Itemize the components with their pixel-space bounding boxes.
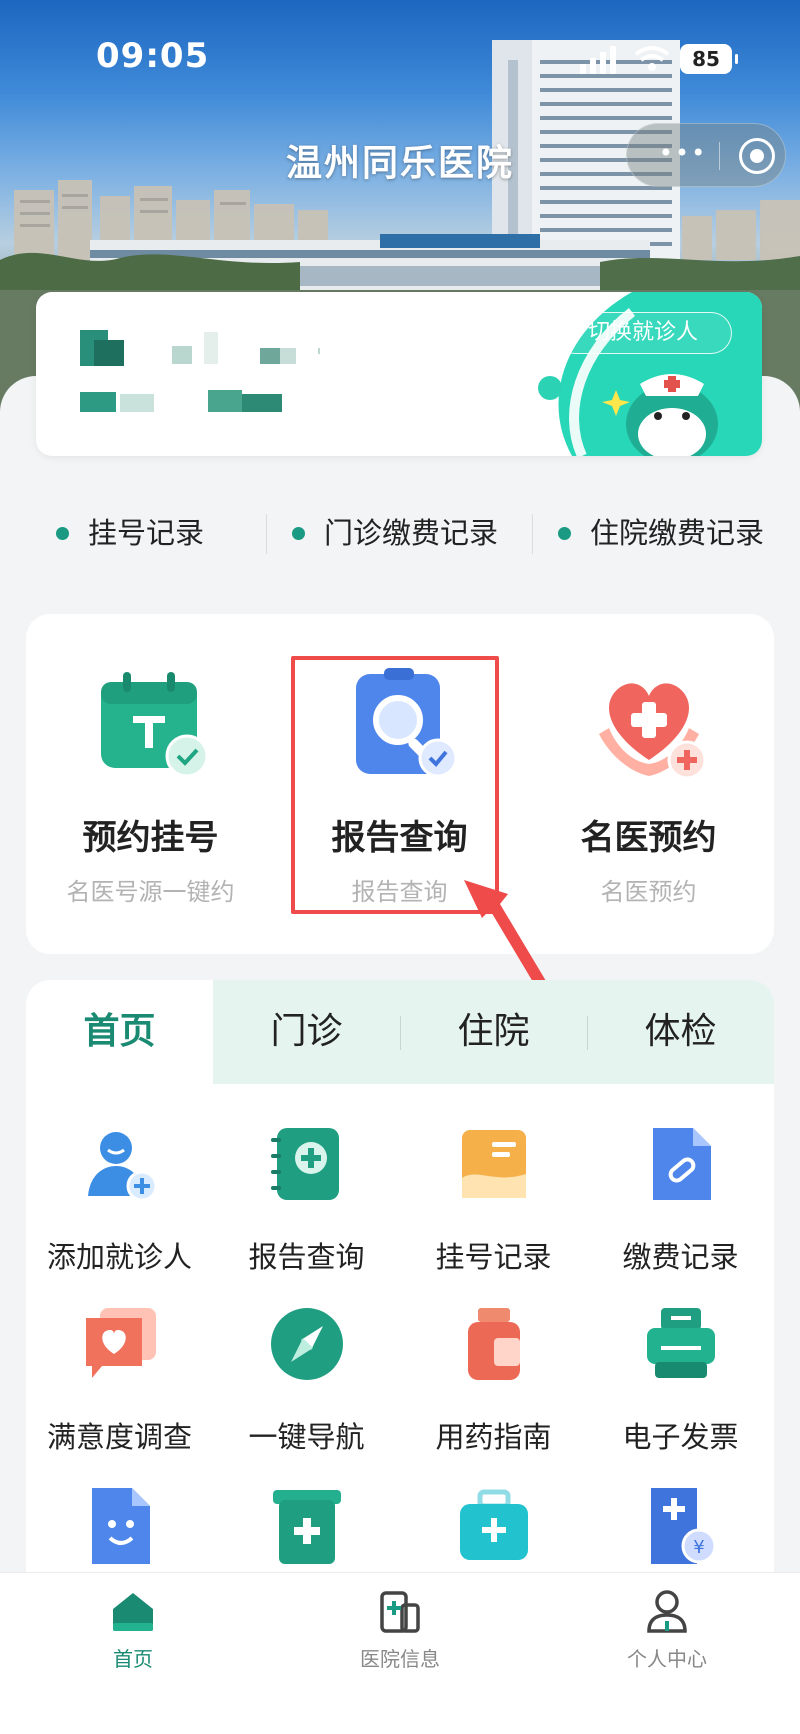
category-tabs-card: 首页 门诊 住院 体检 添加就诊人 报告查询 挂号记录 缴费记录 满意度调查 一… [26, 980, 774, 1600]
tab-inpatient[interactable]: 住院 [400, 980, 587, 1084]
nav-user-center[interactable]: 个人中心 [534, 1573, 800, 1693]
miniprogram-capsule[interactable]: ••• [626, 123, 786, 187]
grid-item-add-patient[interactable]: 添加就诊人 [26, 1124, 213, 1304]
registration-records-link[interactable]: 挂号记录 [56, 500, 204, 566]
grid-item-label: 电子发票 [622, 1420, 739, 1454]
link-document-icon [652, 1128, 711, 1200]
grid-item-payment-records[interactable]: 缴费记录 [587, 1124, 774, 1304]
printer-icon [646, 1308, 715, 1378]
grid-item-report-query[interactable]: 报告查询 [213, 1124, 400, 1304]
patient-card[interactable]: 切换就诊人 [36, 292, 762, 456]
tab-outpatient[interactable]: 门诊 [213, 980, 400, 1084]
status-time: 09:05 [96, 36, 210, 76]
medicine-bottle-icon [467, 1308, 520, 1380]
grid-item-label: 添加就诊人 [46, 1240, 192, 1274]
capsule-divider [719, 142, 720, 170]
heart-chat-icon [85, 1308, 156, 1378]
grid-item-label: 挂号记录 [435, 1240, 552, 1274]
status-bar: 09:05 85 [0, 0, 800, 120]
outpatient-payment-records-link[interactable]: 门诊缴费记录 [292, 500, 498, 566]
nav-home[interactable]: 首页 [0, 1573, 266, 1693]
grid-item-e-invoice[interactable]: 电子发票 [587, 1304, 774, 1484]
hospital-info-icon [380, 1591, 420, 1633]
tab-checkup[interactable]: 体检 [587, 980, 774, 1084]
patient-name-blurred [80, 330, 320, 366]
records-shortcut-row: 挂号记录 门诊缴费记录 住院缴费记录 [0, 500, 800, 566]
tab-home[interactable]: 首页 [26, 980, 213, 1084]
add-person-icon [87, 1132, 157, 1202]
battery-indicator: 85 [680, 44, 738, 74]
grid-item-label: 满意度调查 [46, 1420, 192, 1454]
home-icon [113, 1593, 153, 1631]
close-target-icon[interactable] [739, 138, 775, 174]
medical-bill-icon: ¥ [650, 1488, 716, 1564]
category-tab-bar: 首页 门诊 住院 体检 [26, 980, 774, 1084]
first-aid-kit-icon [459, 1489, 528, 1560]
appointment-service[interactable]: 预约挂号 名医号源一键约 [26, 614, 275, 954]
image-card-icon [461, 1130, 526, 1198]
nav-hospital-info[interactable]: 医院信息 [267, 1573, 533, 1693]
grid-item-medication-guide[interactable]: 用药指南 [400, 1304, 587, 1484]
svg-text:¥: ¥ [693, 1537, 704, 1558]
nav-label: 个人中心 [627, 1647, 707, 1671]
bottom-navigation: 首页 医院信息 个人中心 [0, 1572, 800, 1734]
records-divider [532, 514, 533, 554]
patient-id-blurred [80, 390, 282, 412]
user-center-icon [647, 1590, 687, 1633]
inpatient-payment-records-link[interactable]: 住院缴费记录 [558, 500, 764, 566]
service-title: 名医预约 [580, 818, 717, 858]
grid-item-label: 缴费记录 [622, 1240, 739, 1274]
service-title: 预约挂号 [82, 818, 219, 858]
smile-document-icon [91, 1488, 150, 1564]
grid-item-label: 报告查询 [248, 1240, 365, 1274]
calendar-check-icon [100, 672, 208, 778]
grid-item-registration-records[interactable]: 挂号记录 [400, 1124, 587, 1304]
more-icon[interactable]: ••• [653, 141, 713, 166]
nav-label: 医院信息 [360, 1647, 440, 1671]
notebook-plus-icon [270, 1128, 339, 1200]
heart-hands-icon [598, 683, 706, 780]
grid-item-label: 一键导航 [248, 1420, 365, 1454]
medical-box-icon [272, 1490, 341, 1564]
grid-item-one-click-navigation[interactable]: 一键导航 [213, 1304, 400, 1484]
grid-item-label: 用药指南 [435, 1420, 552, 1454]
switch-patient-button[interactable]: 切换就诊人 [554, 312, 732, 354]
compass-icon [270, 1308, 343, 1380]
records-divider [266, 514, 267, 554]
grid-item-satisfaction-survey[interactable]: 满意度调查 [26, 1304, 213, 1484]
service-subtitle: 名医号源一键约 [66, 878, 235, 906]
nav-label: 首页 [113, 1647, 153, 1671]
